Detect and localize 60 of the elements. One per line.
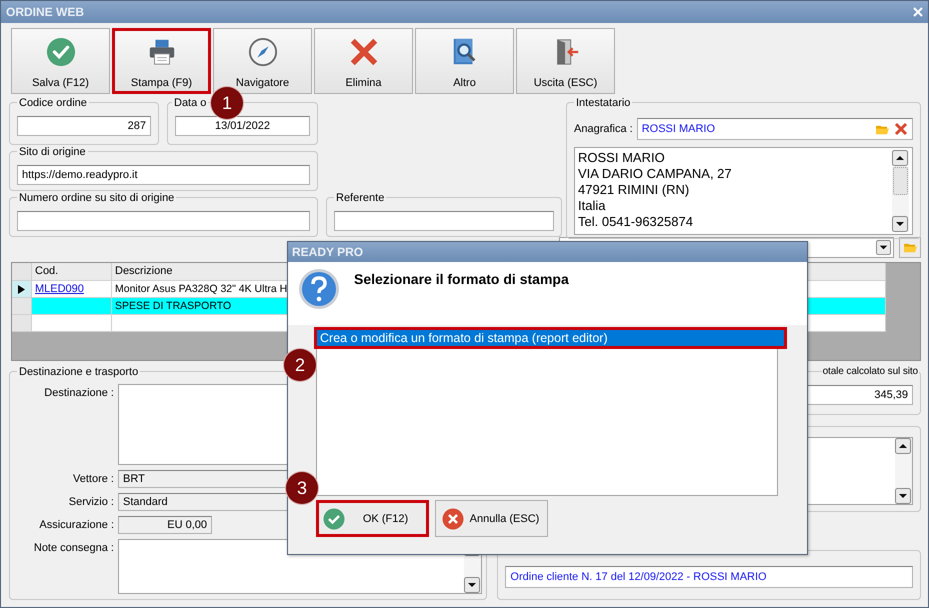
text-area[interactable]: ROSSI MARIO VIA DARIO CAMPANA, 27 47921 RIMINI (RN) Italia Tel. 0541-96325874	[574, 147, 913, 235]
dialog-title: READY PRO	[288, 242, 807, 262]
input-field[interactable]: 345,39	[807, 385, 913, 405]
field-label: Destinazione :	[43, 386, 114, 401]
row-header-cell[interactable]	[12, 281, 32, 297]
dialog-button[interactable]: OK (F12)	[316, 500, 429, 537]
scroll-up-icon[interactable]	[895, 438, 911, 454]
row-pointer-icon	[18, 284, 25, 294]
scroll-up-icon[interactable]	[892, 150, 908, 166]
toolbar-button[interactable]: Uscita (ESC)	[516, 28, 615, 94]
address-line: Tel. 0541-96325874	[578, 214, 694, 230]
address-line: VIA DARIO CAMPANA, 27	[578, 166, 733, 182]
input-field[interactable]: https://demo.readypro.it	[17, 165, 310, 185]
toolbar-button[interactable]: Stampa (F9)	[112, 28, 211, 94]
checkmark-icon	[46, 37, 76, 67]
scroll-thumb[interactable]	[893, 167, 908, 195]
field-label: Note consegna :	[32, 541, 114, 556]
field-label: Sito di origine	[17, 145, 88, 159]
toolbar-button[interactable]: Altro	[415, 28, 514, 94]
scroll-down-icon[interactable]	[895, 488, 911, 504]
table-cell: SPESE DI TRASPORTO	[115, 300, 232, 312]
input-field[interactable]: EU 0,00	[118, 516, 212, 534]
column-header[interactable]: Cod.	[32, 263, 112, 280]
input-field[interactable]	[17, 211, 310, 231]
cancel-icon	[442, 508, 464, 530]
dialog-message: Selezionare il formato di stampa	[354, 270, 569, 289]
toolbar-button[interactable]: Salva (F12)	[11, 28, 110, 94]
input-field[interactable]: 13/01/2022	[175, 116, 310, 136]
input-field[interactable]: 287	[17, 116, 151, 136]
close-icon[interactable]	[913, 7, 923, 17]
address-line: Italia	[578, 198, 606, 214]
dialog-button[interactable]: Annulla (ESC)	[435, 500, 548, 537]
row-header-cell[interactable]	[12, 315, 32, 331]
field-label: Servizio :	[68, 495, 114, 510]
field-label: Anagrafica :	[574, 123, 633, 135]
field-label: Vettore :	[72, 472, 114, 487]
toolbar-button[interactable]: Elimina	[314, 28, 413, 94]
group-label: Destinazione e trasporto	[17, 365, 140, 379]
address-line: ROSSI MARIO	[578, 150, 666, 166]
scrollbar[interactable]	[892, 150, 909, 232]
clear-icon[interactable]	[894, 122, 908, 136]
row-header-cell[interactable]	[12, 298, 32, 314]
question-icon	[298, 268, 340, 310]
input-field[interactable]: ROSSI MARIO	[636, 118, 913, 140]
field-label: Numero ordine su sito di origine	[17, 191, 176, 205]
table-cell: Monitor Asus PA328Q 32" 4K Ultra H	[115, 283, 288, 295]
scroll-down-icon[interactable]	[464, 577, 480, 593]
input-field[interactable]: Ordine cliente N. 17 del 12/09/2022 - ROSSI MARIO	[505, 566, 913, 588]
code-link[interactable]: MLED090	[35, 283, 84, 295]
cross-icon	[348, 37, 378, 67]
toolbar-button[interactable]: Navigatore	[213, 28, 312, 94]
compass-icon	[248, 37, 278, 67]
address-line: 47921 RIMINI (RN)	[578, 182, 690, 198]
scrollbar[interactable]	[895, 438, 912, 504]
field-label: Assicurazione :	[38, 518, 114, 533]
input-field[interactable]	[334, 211, 554, 231]
list-item[interactable]: Crea o modifica un formato di stampa (report editor)	[314, 327, 787, 349]
window-title: ORDINE WEB	[6, 5, 84, 19]
checkmark-icon	[323, 508, 345, 530]
scroll-down-icon[interactable]	[892, 216, 908, 232]
